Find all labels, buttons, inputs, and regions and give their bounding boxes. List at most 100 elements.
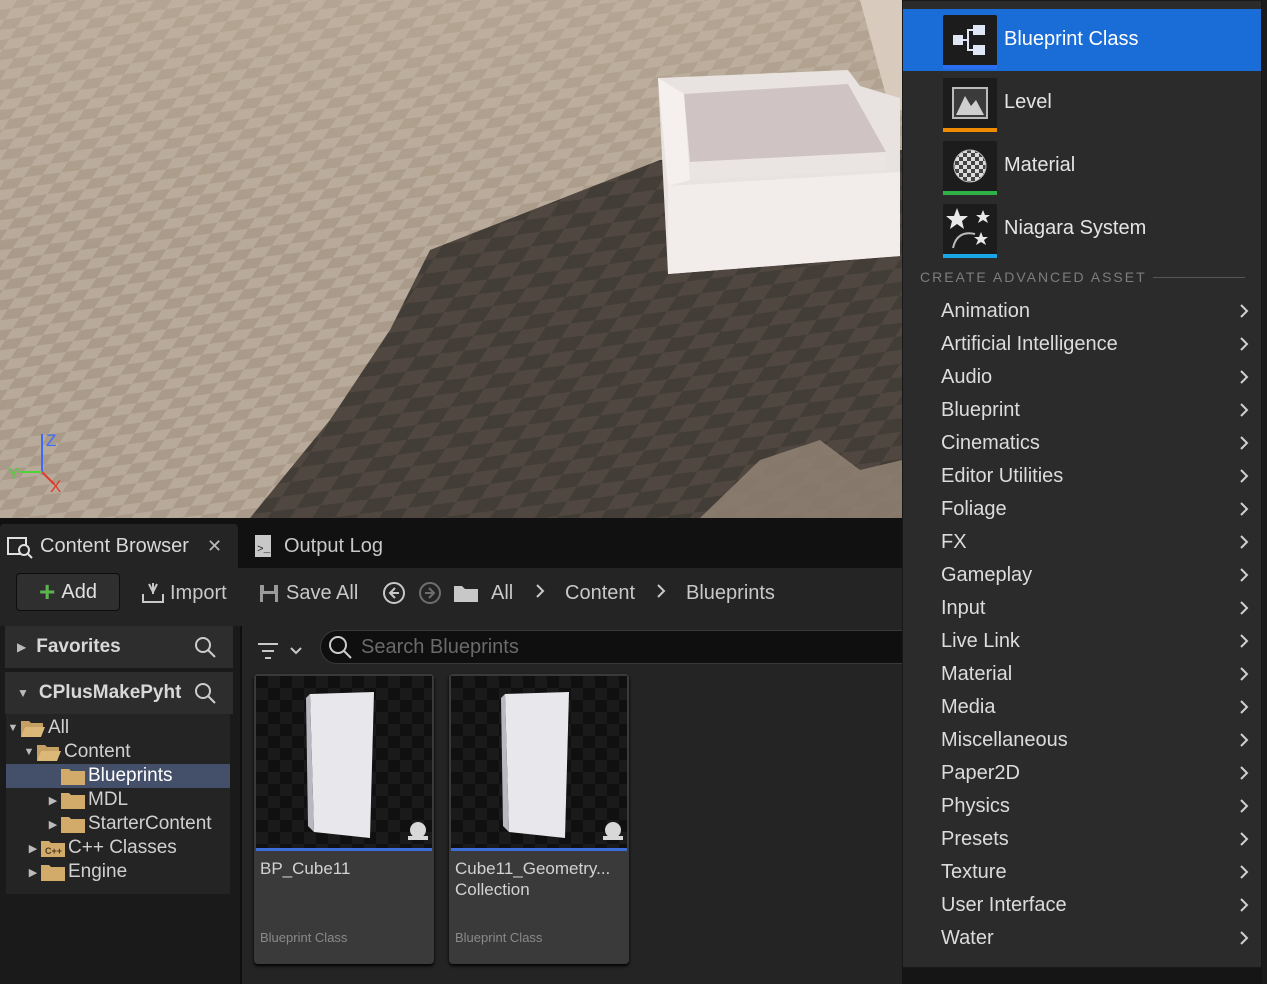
forward-button[interactable] [418, 578, 446, 608]
tab-content-browser[interactable]: Content Browser ✕ [0, 524, 238, 568]
expand-down-icon[interactable]: ▼ [17, 686, 29, 700]
menu-item-label: User Interface [941, 894, 1067, 916]
expand-right-icon[interactable]: ▶ [17, 640, 26, 654]
menu-item-presets[interactable]: Presets [903, 822, 1261, 855]
menu-item-gameplay[interactable]: Gameplay [903, 558, 1261, 591]
tree-item-all[interactable]: ▼ All [6, 716, 230, 740]
chevron-right-icon [1239, 335, 1249, 358]
menu-item-material[interactable]: Material [903, 135, 1261, 197]
level-icon [943, 78, 997, 132]
menu-item-label: Blueprint Class [1004, 28, 1139, 50]
menu-item-blueprint-class[interactable]: Blueprint Class [903, 9, 1261, 71]
axis-x-label: X [50, 477, 61, 496]
expand-right-icon[interactable]: ▶ [26, 866, 40, 879]
chevron-right-icon [1239, 401, 1249, 424]
menu-item-label: Miscellaneous [941, 729, 1068, 751]
tree-item-blueprints[interactable]: Blueprints [6, 764, 230, 788]
chevron-right-icon [1239, 731, 1249, 754]
breadcrumb-content[interactable]: Content [565, 578, 635, 608]
material-icon [943, 141, 997, 195]
add-button[interactable]: + Add [16, 573, 120, 611]
menu-item-label: Cinematics [941, 432, 1040, 454]
asset-tile-cube11-geometry-collection[interactable]: Cube11_Geometry... Collection Blueprint … [449, 674, 629, 964]
asset-tile-bp-cube11[interactable]: BP_Cube11 Blueprint Class [254, 674, 434, 964]
chevron-down-icon [290, 647, 302, 655]
folder-icon [60, 790, 86, 810]
expand-right-icon[interactable]: ▶ [26, 842, 40, 855]
save-all-button[interactable]: Save All [256, 578, 358, 608]
menu-item-blueprint[interactable]: Blueprint [903, 393, 1261, 426]
menu-item-live-link[interactable]: Live Link [903, 624, 1261, 657]
search-input[interactable] [361, 635, 881, 659]
search-field[interactable] [320, 630, 920, 664]
tree-item-mdl[interactable]: ▶ MDL [6, 788, 230, 812]
import-button[interactable]: Import [140, 578, 227, 608]
menu-item-material-advanced[interactable]: Material [903, 657, 1261, 690]
menu-item-cinematics[interactable]: Cinematics [903, 426, 1261, 459]
level-viewport[interactable]: Z Y X [0, 0, 902, 518]
favorites-header[interactable]: ▶ Favorites [5, 626, 233, 668]
plus-icon: + [39, 576, 56, 607]
search-icon[interactable] [193, 681, 217, 711]
menu-item-physics[interactable]: Physics [903, 789, 1261, 822]
menu-item-foliage[interactable]: Foliage [903, 492, 1261, 525]
menu-item-paper2d[interactable]: Paper2D [903, 756, 1261, 789]
section-title-advanced: CREATE ADVANCED ASSET [920, 269, 1147, 285]
project-header[interactable]: ▼ CPlusMakePyht [5, 672, 233, 714]
tree-item-label: MDL [88, 789, 129, 810]
niagara-system-icon [943, 204, 997, 258]
add-label: Add [61, 580, 97, 603]
back-button[interactable] [382, 578, 410, 608]
menu-item-label: Level [1004, 91, 1052, 113]
chevron-right-icon [1239, 698, 1249, 721]
menu-item-water[interactable]: Water [903, 921, 1261, 954]
chevron-right-icon [1239, 665, 1249, 688]
chevron-right-icon [1239, 632, 1249, 655]
menu-item-label: Material [1004, 154, 1076, 176]
breadcrumb-all[interactable]: All [491, 578, 513, 608]
menu-item-label: Live Link [941, 630, 1020, 652]
tree-item-startercontent[interactable]: ▶ StarterContent [6, 812, 230, 836]
menu-item-audio[interactable]: Audio [903, 360, 1261, 393]
tree-item-cpp-classes[interactable]: ▶ C++ C++ Classes [6, 836, 230, 860]
menu-item-editor-utilities[interactable]: Editor Utilities [903, 459, 1261, 492]
chevron-right-icon [1239, 764, 1249, 787]
tree-item-label: StarterContent [88, 813, 212, 834]
menu-item-user-interface[interactable]: User Interface [903, 888, 1261, 921]
chevron-right-icon [1239, 929, 1249, 952]
content-browser-icon [6, 532, 34, 560]
menu-item-input[interactable]: Input [903, 591, 1261, 624]
tree-item-content[interactable]: ▼ Content [6, 740, 230, 764]
expand-right-icon[interactable]: ▶ [46, 818, 60, 831]
asset-type-bar [256, 848, 432, 851]
viewport-scene: Z Y X [0, 0, 902, 518]
folder-icon [452, 578, 484, 608]
expand-right-icon[interactable]: ▶ [46, 794, 60, 807]
niagara-color-strip [943, 254, 997, 258]
forward-arrow-icon [419, 582, 441, 604]
expand-down-icon[interactable]: ▼ [6, 722, 20, 734]
expand-down-icon[interactable]: ▼ [22, 746, 36, 758]
menu-item-miscellaneous[interactable]: Miscellaneous [903, 723, 1261, 756]
menu-item-fx[interactable]: FX [903, 525, 1261, 558]
asset-view: BP_Cube11 Blueprint Class Cube11_Geometr… [242, 626, 920, 984]
close-icon[interactable]: ✕ [207, 536, 222, 557]
menu-item-niagara-system[interactable]: Niagara System [903, 198, 1261, 260]
chevron-right-icon [1239, 566, 1249, 589]
breadcrumb-blueprints[interactable]: Blueprints [686, 578, 775, 608]
menu-item-texture[interactable]: Texture [903, 855, 1261, 888]
favorites-label: Favorites [36, 636, 121, 657]
chevron-right-icon [1239, 797, 1249, 820]
tab-output-log[interactable]: >_ Output Log [244, 524, 444, 568]
svg-text:>_: >_ [257, 544, 271, 556]
add-asset-menu: Blueprint Class Level Material Niagara S… [902, 0, 1262, 968]
menu-item-animation[interactable]: Animation [903, 294, 1261, 327]
cpp-folder-icon: C++ [40, 838, 66, 858]
tree-item-engine[interactable]: ▶ Engine [6, 860, 230, 884]
menu-item-level[interactable]: Level [903, 72, 1261, 134]
menu-item-artificial-intelligence[interactable]: Artificial Intelligence [903, 327, 1261, 360]
search-icon[interactable] [193, 635, 217, 665]
chevron-right-icon [1239, 599, 1249, 622]
menu-item-media[interactable]: Media [903, 690, 1261, 723]
filter-button[interactable] [256, 636, 306, 666]
